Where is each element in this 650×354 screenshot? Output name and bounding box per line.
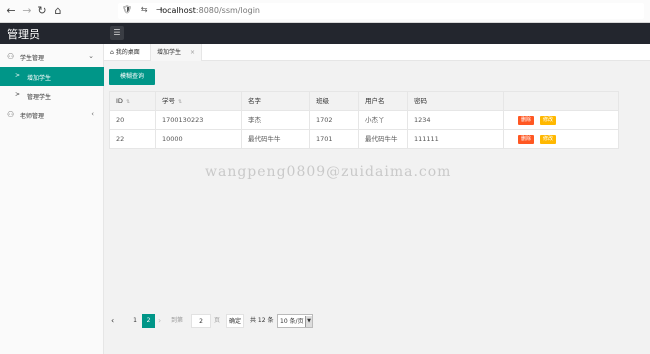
tab-label: 增加学生 [157,49,182,56]
chevron-down-icon[interactable]: ▼ [305,316,312,327]
goto-page-input[interactable]: 2 [191,314,211,328]
url-path: :8080/ssm/login [195,6,260,15]
page-unit-label: 页 [214,317,221,324]
sidebar: ⚇ 学生管理 ⌄ > 增加学生 > 管理学生 ⚇ 老师管理 ‹ [0,44,104,354]
goto-label: 到第 [171,317,184,324]
sidebar-item-label: 增加学生 [27,75,52,82]
sidebar-item-label: 管理学生 [27,94,52,101]
page-size-value: 10 条/页 [280,318,304,325]
user-icon: ⚇ [7,110,15,119]
cell-password: 111111 [408,130,504,148]
cell-password: 1234 [408,111,504,129]
column-header-actions [504,92,616,111]
column-header-student-no[interactable]: 学号 ⇅ [156,92,242,111]
menu-icon[interactable]: ☰ [110,26,124,40]
browser-toolbar: ← → ↻ ⌂ 🛡 ⇆ ⊸ localhost:8080/ssm/login [0,0,650,23]
prev-page-icon[interactable]: ‹ [111,314,114,328]
sidebar-item-add-student[interactable]: > 增加学生 [0,67,104,86]
total-count: 共 12 条 [250,317,274,324]
tab-bar: ⌂ 我的桌面 增加学生 × [104,44,650,61]
cell-class: 1702 [310,111,359,129]
tab-home[interactable]: ⌂ 我的桌面 [110,44,140,61]
chevron-right-icon: > [15,72,21,79]
chevron-left-icon: ‹ [91,110,94,118]
user-icon: ⚇ [7,52,15,61]
sort-icon[interactable]: ⇅ [126,99,130,105]
cell-student-no: 1700130223 [156,111,242,129]
table-row: 20 1700130223 李杰 1702 小杰丫 1234 删除 修改 [109,111,619,130]
chevron-down-icon: ⌄ [88,52,94,60]
cell-username: 最代码牛牛 [359,130,408,148]
cell-actions: 删除 修改 [504,111,616,129]
goto-confirm-button[interactable]: 确定 [226,314,244,328]
app-header: 管理员 ☰ [0,23,650,44]
column-header-password: 密码 [408,92,504,111]
cell-name: 最代码牛牛 [242,130,310,148]
forward-icon[interactable]: → [20,4,34,18]
column-header-name: 名字 [242,92,310,111]
close-icon[interactable]: × [190,44,195,61]
chevron-right-icon: > [15,91,21,98]
watermark-text: wangpeng0809@zuidaima.com [205,164,452,180]
sidebar-group-students[interactable]: ⚇ 学生管理 ⌄ [0,47,104,67]
home-icon[interactable]: ⌂ [51,4,65,18]
tab-label: 我的桌面 [115,49,140,56]
url-text: localhost:8080/ssm/login [160,6,260,15]
column-header-class: 班级 [310,92,359,111]
cell-class: 1701 [310,130,359,148]
column-header-label: ID [116,97,123,105]
column-header-id[interactable]: ID ⇅ [110,92,156,111]
brand-title: 管理员 [7,28,40,41]
delete-button[interactable]: 删除 [518,135,534,144]
edit-button[interactable]: 修改 [540,116,556,125]
cell-id: 22 [110,130,156,148]
tab-add-student[interactable]: 增加学生 × [150,44,202,61]
sort-icon[interactable]: ⇅ [178,99,182,105]
table-row: 22 10000 最代码牛牛 1701 最代码牛牛 111111 删除 修改 [109,130,619,149]
sidebar-group-label: 学生管理 [20,55,45,62]
page-size-select[interactable]: 10 条/页 ▼ [277,314,313,328]
delete-button[interactable]: 删除 [518,116,534,125]
next-page-icon[interactable]: › [158,314,161,328]
column-header-label: 学号 [162,97,175,105]
address-bar[interactable]: 🛡 ⇆ ⊸ localhost:8080/ssm/login [118,3,644,19]
url-host: localhost [160,6,196,15]
main-content: 模糊查询 ID ⇅ 学号 ⇅ 名字 班级 用户名 密码 20 1700130223 … [104,61,650,354]
cell-name: 李杰 [242,111,310,129]
cell-actions: 删除 修改 [504,130,616,148]
cell-id: 20 [110,111,156,129]
sidebar-item-manage-students[interactable]: > 管理学生 [0,86,104,105]
back-icon[interactable]: ← [4,4,18,18]
page-button-1[interactable]: 1 [129,314,141,328]
cell-username: 小杰丫 [359,111,408,129]
edit-button[interactable]: 修改 [540,135,556,144]
sidebar-group-label: 老师管理 [20,113,45,120]
cell-student-no: 10000 [156,130,242,148]
fuzzy-search-button[interactable]: 模糊查询 [109,69,155,85]
table-header: ID ⇅ 学号 ⇅ 名字 班级 用户名 密码 [109,91,619,111]
sidebar-group-teachers[interactable]: ⚇ 老师管理 ‹ [0,105,104,125]
reload-icon[interactable]: ↻ [35,4,49,18]
page-button-current[interactable]: 2 [142,314,155,328]
column-header-username: 用户名 [359,92,408,111]
